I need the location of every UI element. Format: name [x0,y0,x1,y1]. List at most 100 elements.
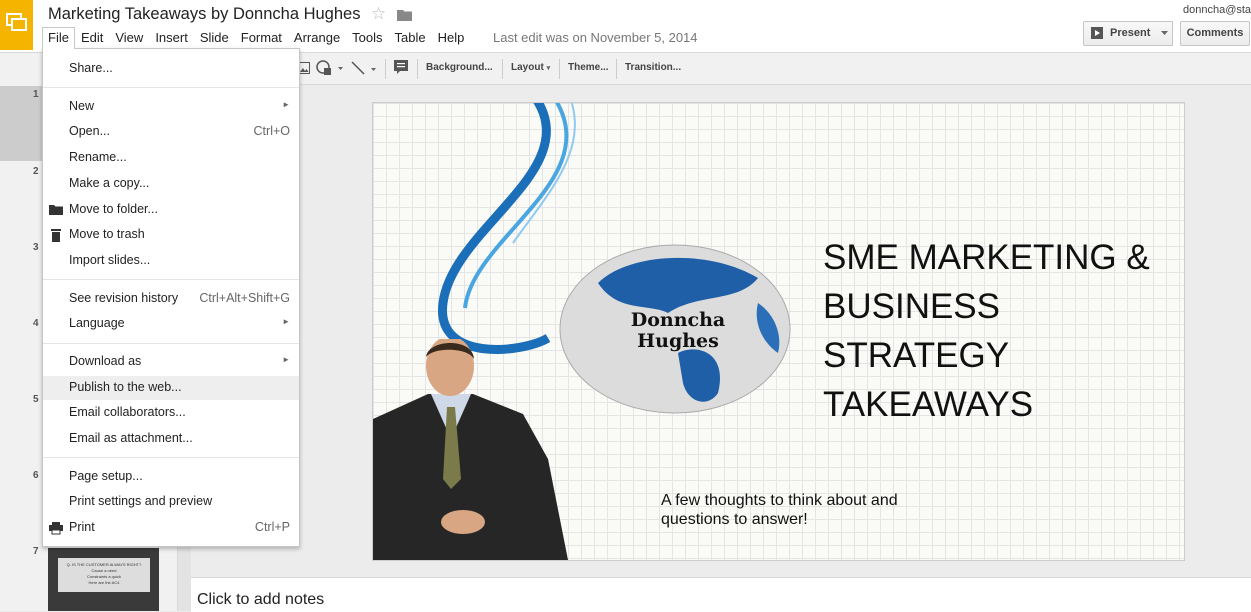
menu-slide[interactable]: Slide [194,27,235,49]
last-edit-status[interactable]: Last edit was on November 5, 2014 [493,30,698,45]
globe-text-line: Hughes [637,330,719,352]
slide-number: 4 [33,318,39,329]
slide-thumbnail-7[interactable]: Q. IS THE CUSTOMER ALWAYS RIGHT? Cause a… [48,548,159,611]
menu-item-open[interactable]: Open... Ctrl+O [43,120,299,144]
chevron-down-icon: ▾ [546,65,551,72]
menu-item-email-collaborators[interactable]: Email collaborators... [43,401,299,425]
star-icon[interactable]: ☆ [371,4,386,24]
trash-icon [51,229,61,242]
submenu-arrow-icon: ► [282,100,290,109]
menu-item-label: Print settings and preview [69,494,213,508]
thumbnail-text: Here are the AC4 [88,580,120,585]
slide-subtitle-line: questions to answer! [661,511,808,528]
menu-arrange[interactable]: Arrange [288,27,346,49]
menu-item-label: Move to folder... [69,202,158,216]
printer-icon [49,522,63,535]
menu-help[interactable]: Help [432,27,471,49]
menu-item-label: Make a copy... [69,176,150,190]
menu-item-publish[interactable]: Publish to the web... [43,376,299,400]
menu-file[interactable]: File [42,27,75,49]
slide-number: 3 [33,242,39,253]
menu-item-label: Language [69,316,125,330]
submenu-arrow-icon: ► [282,317,290,326]
theme-button[interactable]: Theme... [568,58,609,78]
slides-logo[interactable] [0,0,33,50]
toolbar-separator [417,59,418,79]
folder-icon [49,205,63,215]
slide-number: 2 [33,166,39,177]
menu-item-shortcut: Ctrl+Alt+Shift+G [199,291,290,305]
slide-number: 1 [33,89,39,100]
menu-item-rename[interactable]: Rename... [43,146,299,170]
menu-table[interactable]: Table [389,27,432,49]
menu-format[interactable]: Format [235,27,288,49]
menu-item-print[interactable]: Print Ctrl+P [43,516,299,540]
menu-item-share[interactable]: Share... [43,57,299,81]
menu-item-label: Print [69,520,95,534]
toolbar-separator [502,59,503,79]
slide-title-line: SME MARKETING & [823,238,1150,277]
submenu-arrow-icon: ► [282,355,290,364]
menu-item-label: New [69,99,95,113]
slide-title-line: TAKEAWAYS [823,385,1034,424]
speaker-notes[interactable]: Click to add notes [191,577,1251,612]
folder-icon[interactable] [397,9,412,21]
document-title[interactable]: Marketing Takeaways by Donncha Hughes [48,5,360,24]
menu-item-label: See revision history [69,291,179,305]
slide-title: SME MARKETING & BUSINESS STRATEGY TAKEAW… [823,233,1150,429]
menu-separator [43,87,299,88]
menu-item-label: Email as attachment... [69,431,193,445]
layout-button[interactable]: Layout ▾ [511,58,550,78]
menu-item-download-as[interactable]: Download as ► [43,350,299,374]
menu-tools[interactable]: Tools [346,27,388,49]
menu-item-shortcut: Ctrl+P [254,520,290,534]
present-button[interactable]: Present [1083,21,1159,46]
menu-view[interactable]: View [109,27,149,49]
menu-item-move-to-trash[interactable]: Move to trash [43,223,299,247]
toolbar-separator [559,59,560,79]
menu-item-new[interactable]: New ► [43,95,299,119]
menu-item-label: Import slides... [69,253,151,267]
globe-text-line: Donncha [630,309,726,331]
transition-button[interactable]: Transition... [625,58,681,78]
comments-button[interactable]: Comments [1180,21,1250,46]
shape-icon[interactable] [316,59,344,77]
menu-item-email-attachment[interactable]: Email as attachment... [43,427,299,451]
menu-insert[interactable]: Insert [149,27,194,49]
slide-number: 5 [33,394,39,405]
file-menu-dropdown: Share... New ► Open... Ctrl+O Rename... … [42,48,300,547]
menu-item-label: Publish to the web... [69,380,182,394]
menu-item-print-settings[interactable]: Print settings and preview [43,490,299,514]
user-email[interactable]: donncha@star [1183,4,1251,16]
comment-icon[interactable] [394,60,408,74]
menu-item-label: Email collaborators... [69,405,186,419]
menu-item-label: Open... [69,124,110,138]
menu-item-import-slides[interactable]: Import slides... [43,249,299,273]
slide-number: 7 [33,546,39,557]
slide-canvas[interactable]: Donncha Hughes SME MARKETING & BUSINESS … [372,102,1185,561]
menu-item-revision-history[interactable]: See revision history Ctrl+Alt+Shift+G [43,287,299,311]
play-icon [1091,27,1103,39]
menu-item-label: Move to trash [69,227,145,241]
slide-title-line: BUSINESS [823,287,1000,326]
background-button[interactable]: Background... [426,58,493,78]
menu-item-move-to-folder[interactable]: Move to folder... [43,198,299,222]
chevron-down-icon [1161,31,1168,35]
menu-item-label: Page setup... [69,469,143,483]
slide-subtitle: A few thoughts to think about and questi… [661,491,898,529]
menu-item-label: Share... [69,61,113,75]
globe-text: Donncha Hughes [568,310,788,352]
menu-item-make-copy[interactable]: Make a copy... [43,172,299,196]
slide-subtitle-line: A few thoughts to think about and [661,492,898,509]
menu-item-shortcut: Ctrl+O [253,124,290,138]
layout-label: Layout [511,62,544,73]
slides-logo-icon [6,13,27,31]
present-dropdown-button[interactable] [1157,21,1173,46]
menu-item-page-setup[interactable]: Page setup... [43,465,299,489]
notes-placeholder: Click to add notes [197,591,325,608]
menu-item-language[interactable]: Language ► [43,312,299,336]
line-icon[interactable] [350,60,380,76]
menu-item-label: Download as [69,354,142,368]
menu-edit[interactable]: Edit [75,27,109,49]
menu-separator [43,343,299,344]
